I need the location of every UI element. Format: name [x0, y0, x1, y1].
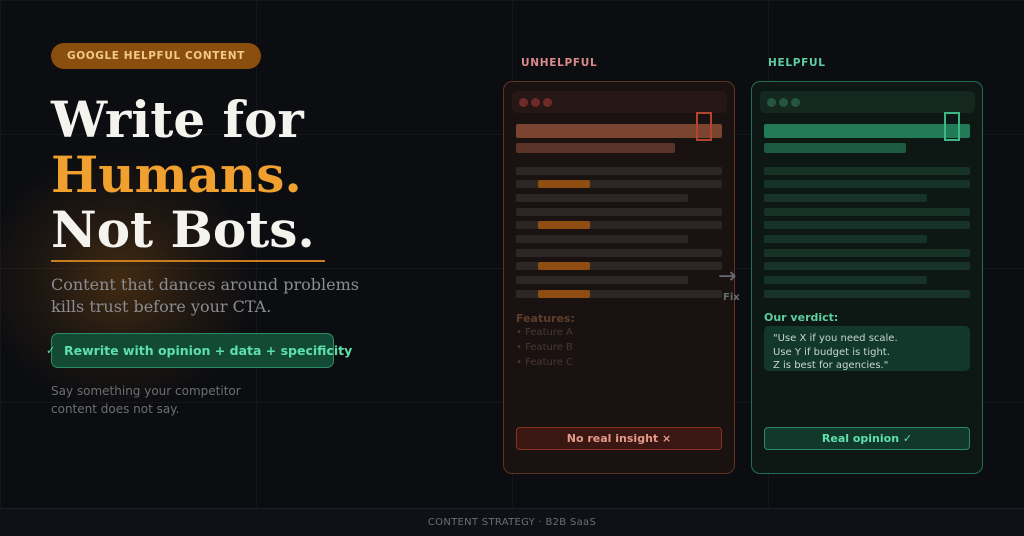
subheadline-line-2: kills trust before your CTA. — [51, 297, 272, 316]
title-placeholder — [516, 124, 722, 138]
note-line-1: Say something your competitor — [51, 384, 241, 398]
helpful-label: HELPFUL — [768, 57, 826, 69]
unhelpful-page-mockup: Features: • Feature A • Feature B • Feat… — [503, 81, 735, 474]
window-dot-icon — [531, 98, 540, 107]
browser-chrome — [512, 91, 727, 113]
category-badge: GOOGLE HELPFUL CONTENT — [51, 43, 261, 69]
arrow-right-icon: → — [718, 264, 737, 289]
supporting-note: Say something your competitor content do… — [51, 382, 271, 418]
text-line — [764, 180, 970, 188]
headline: Write for Humans. Not Bots. — [51, 92, 315, 257]
text-line — [764, 167, 970, 175]
window-dot-icon — [543, 98, 552, 107]
verdict-title: Our verdict: — [764, 311, 839, 324]
keyword-highlight — [538, 262, 590, 270]
feature-item: • Feature A — [516, 327, 573, 338]
headline-line-2: Humans. — [51, 145, 302, 204]
subtitle-placeholder — [516, 143, 675, 153]
cta-label: Rewrite with opinion + data + specificit… — [64, 343, 353, 358]
no-insight-pill: No real insight × — [516, 427, 722, 450]
text-line — [764, 276, 927, 284]
feature-item: • Feature C — [516, 357, 574, 368]
real-opinion-pill: Real opinion ✓ — [764, 427, 970, 450]
check-icon: ✓ — [46, 344, 56, 357]
cta-button[interactable]: ✓ Rewrite with opinion + data + specific… — [46, 333, 352, 368]
text-line — [516, 208, 722, 216]
text-line — [516, 194, 688, 202]
subtitle-placeholder — [764, 143, 906, 153]
window-dot-icon — [779, 98, 788, 107]
text-line — [764, 249, 970, 257]
text-line — [764, 262, 970, 270]
window-dot-icon — [519, 98, 528, 107]
unhelpful-label: UNHELPFUL — [521, 57, 598, 69]
headline-underline — [51, 260, 325, 262]
feature-item: • Feature B — [516, 342, 573, 353]
headline-line-3: Not Bots. — [51, 200, 315, 259]
text-line — [764, 208, 970, 216]
highlight-marker — [944, 112, 960, 141]
helpful-page-mockup: Our verdict: "Use X if you need scale. U… — [751, 81, 983, 474]
note-line-2: content does not say. — [51, 402, 180, 416]
text-line — [764, 194, 927, 202]
text-line — [764, 235, 927, 243]
subheadline: Content that dances around problems kill… — [51, 274, 391, 318]
text-line — [516, 235, 688, 243]
text-line — [764, 290, 970, 298]
keyword-highlight — [538, 221, 590, 229]
window-dot-icon — [791, 98, 800, 107]
headline-line-1: Write for — [51, 90, 304, 149]
subheadline-line-1: Content that dances around problems — [51, 275, 359, 294]
fix-label: Fix — [723, 292, 740, 303]
title-placeholder — [764, 124, 970, 138]
text-line — [764, 221, 970, 229]
window-dot-icon — [767, 98, 776, 107]
footer-tagline: CONTENT STRATEGY · B2B SaaS — [0, 508, 1024, 536]
browser-chrome — [760, 91, 975, 113]
text-line — [516, 249, 722, 257]
verdict-quote: "Use X if you need scale. Use Y if budge… — [764, 326, 970, 371]
text-line — [516, 276, 688, 284]
features-title: Features: — [516, 312, 575, 325]
highlight-marker — [696, 112, 712, 141]
text-line — [516, 167, 722, 175]
keyword-highlight — [538, 290, 590, 298]
keyword-highlight — [538, 180, 590, 188]
